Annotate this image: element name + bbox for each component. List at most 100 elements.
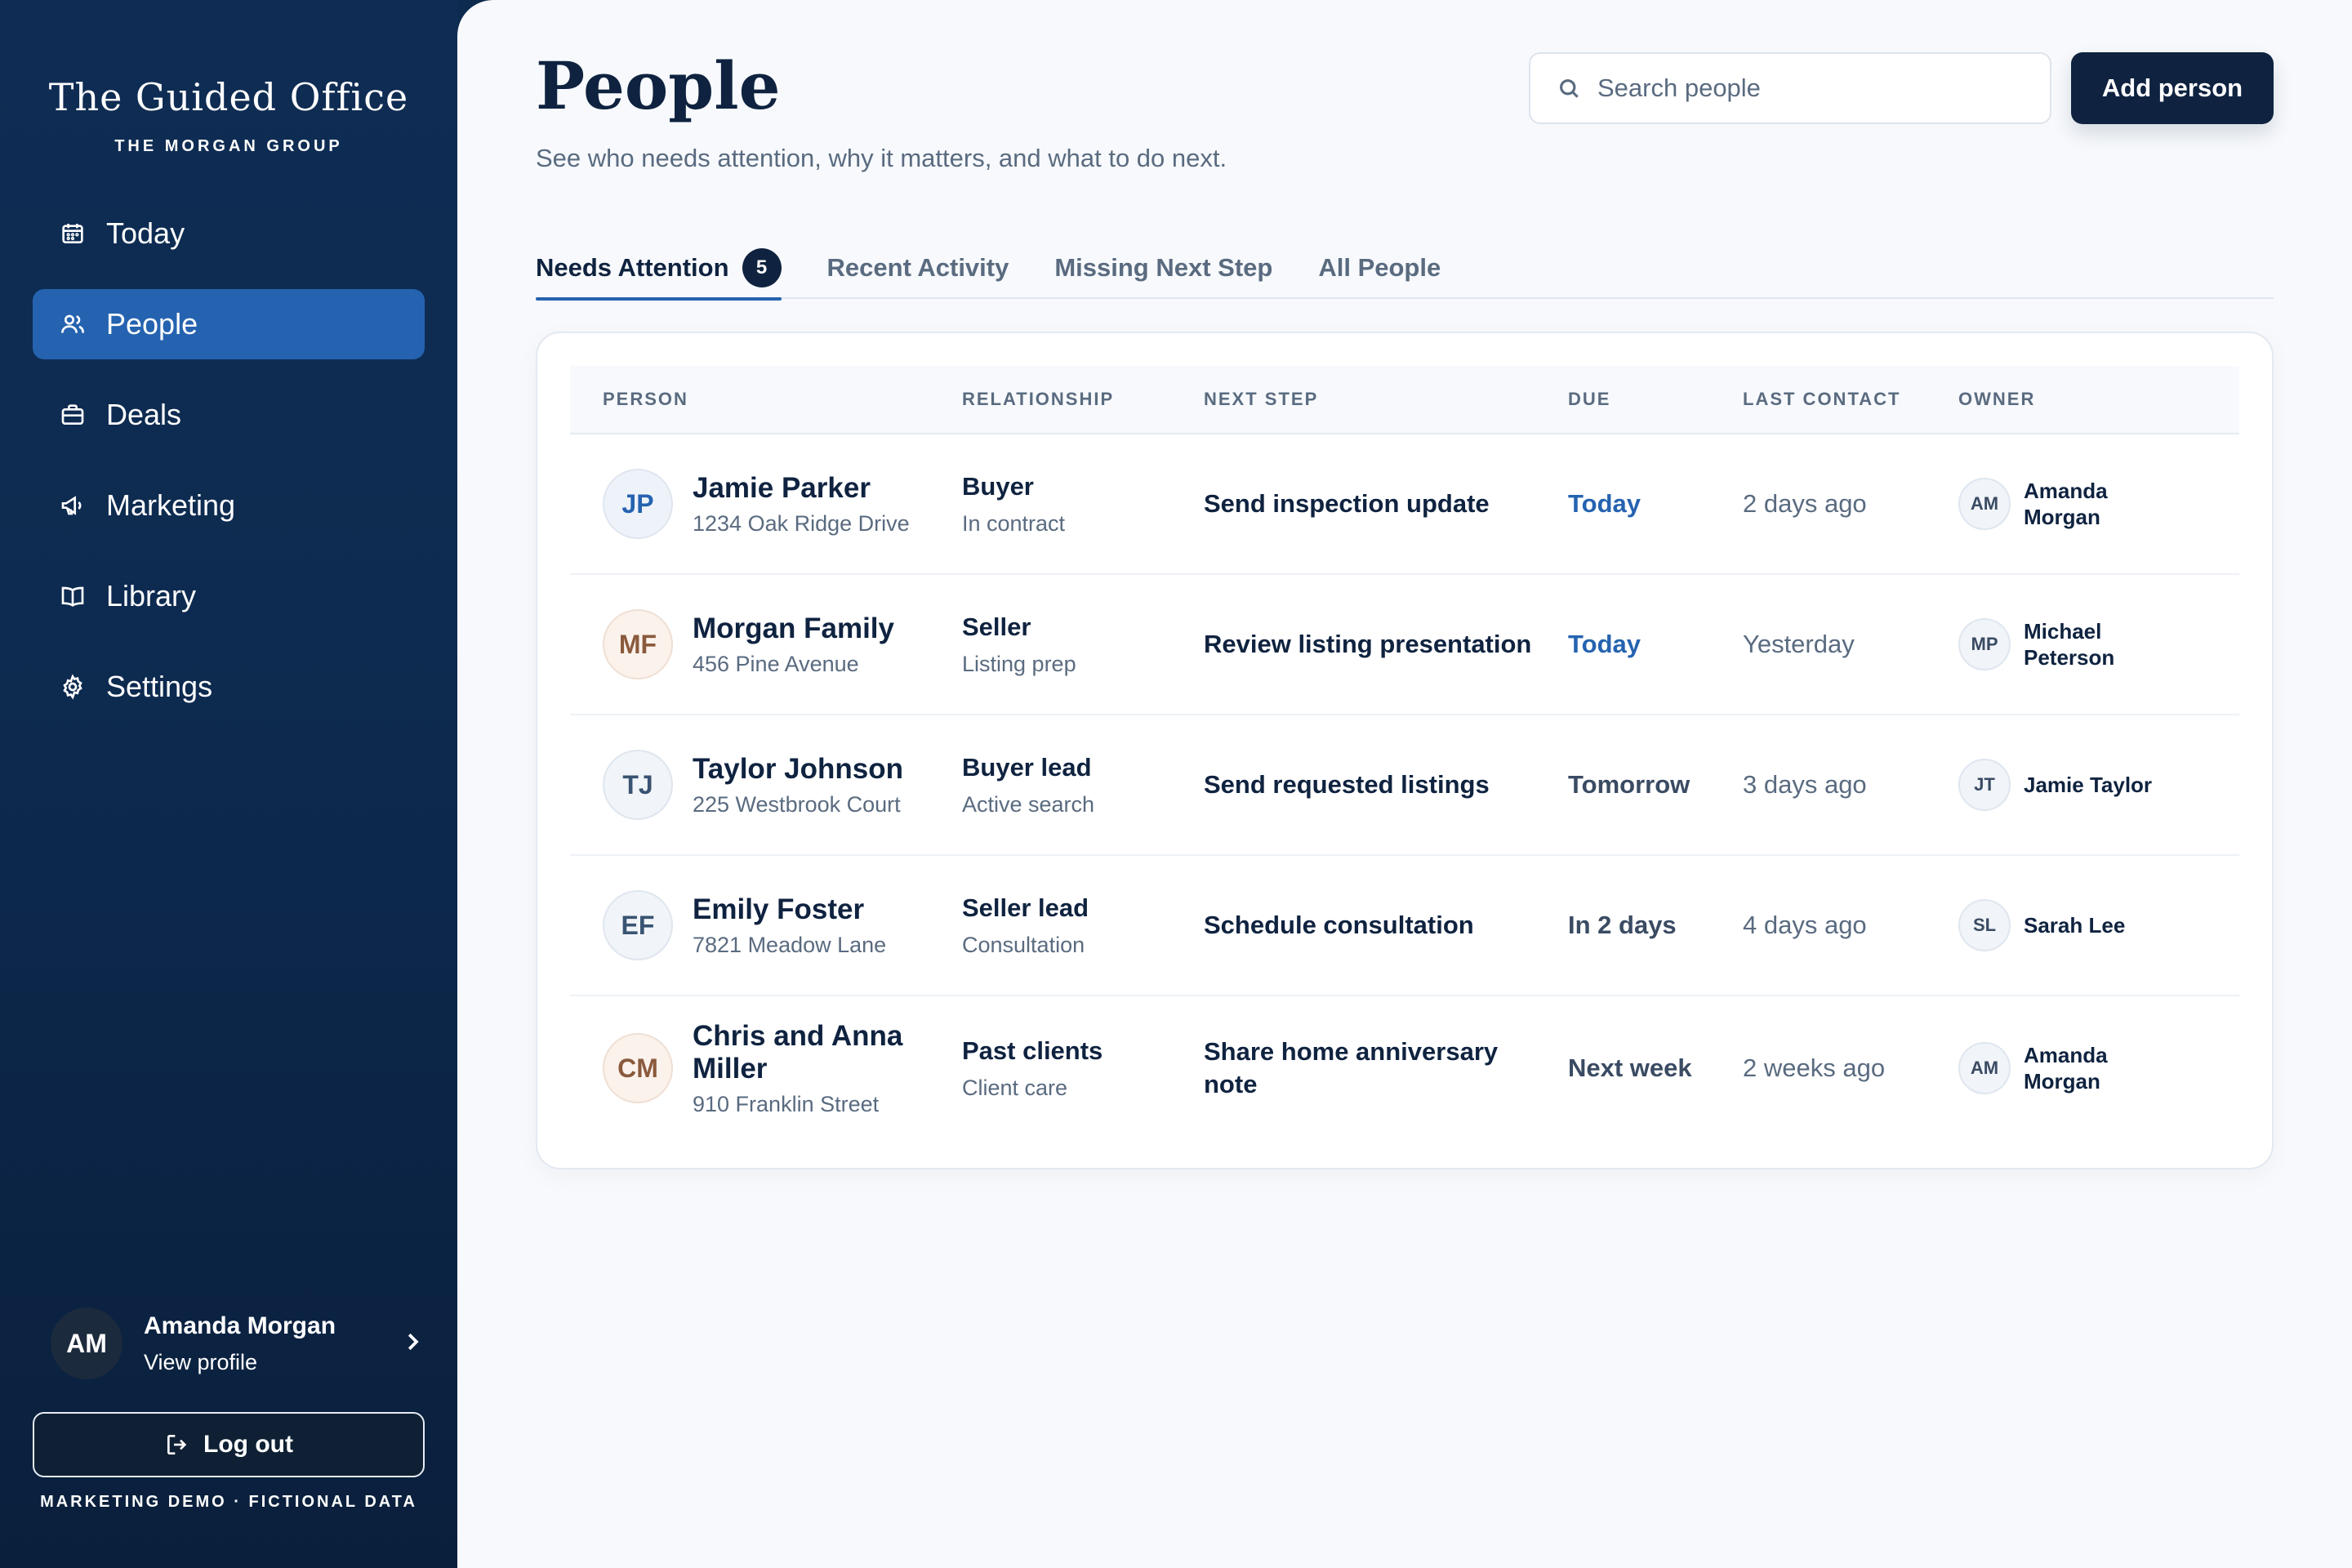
- sidebar-item-marketing[interactable]: Marketing: [33, 470, 425, 541]
- next-step[interactable]: Send inspection update: [1204, 488, 1552, 520]
- sidebar-item-people[interactable]: People: [33, 289, 425, 359]
- due-cell: In 2 days: [1568, 911, 1743, 940]
- sidebar-item-today[interactable]: Today: [33, 198, 425, 269]
- table-row[interactable]: JP Jamie Parker 1234 Oak Ridge Drive Buy…: [570, 434, 2239, 575]
- brand-subtitle: THE MORGAN GROUP: [114, 137, 343, 155]
- person-info: Emily Foster 7821 Meadow Lane: [693, 893, 886, 958]
- tab-needs-attention[interactable]: Needs Attention 5: [536, 237, 782, 301]
- relationship-cell: Seller lead Consultation: [962, 893, 1204, 958]
- profile-text: Amanda Morgan View profile: [144, 1312, 400, 1375]
- book-icon: [59, 582, 87, 610]
- person-name[interactable]: Jamie Parker: [693, 472, 910, 505]
- person-cell: MF Morgan Family 456 Pine Avenue: [570, 609, 962, 679]
- tab-recent-activity[interactable]: Recent Activity: [827, 237, 1009, 299]
- owner-avatar: MP: [1958, 618, 2011, 670]
- sidebar-item-label: Today: [106, 216, 185, 250]
- footer-note: MARKETING DEMO · FICTIONAL DATA: [40, 1493, 417, 1511]
- column-header-due[interactable]: DUE: [1568, 389, 1743, 410]
- column-header-relationship[interactable]: RELATIONSHIP: [962, 389, 1204, 410]
- next-step[interactable]: Send requested listings: [1204, 768, 1552, 801]
- column-header-last-contact[interactable]: LAST CONTACT: [1743, 389, 1958, 410]
- owner-avatar: AM: [1958, 1042, 2011, 1094]
- due-cell: Next week: [1568, 1054, 1743, 1083]
- sidebar-item-label: Settings: [106, 670, 213, 703]
- sidebar: The Guided Office THE MORGAN GROUP Today…: [0, 0, 457, 1568]
- next-step-cell: Schedule consultation: [1204, 909, 1568, 942]
- table-row[interactable]: EF Emily Foster 7821 Meadow Lane Seller …: [570, 856, 2239, 996]
- next-step-cell: Send requested listings: [1204, 768, 1568, 801]
- app-root: The Guided Office THE MORGAN GROUP Today…: [0, 0, 2352, 1568]
- next-step[interactable]: Review listing presentation: [1204, 628, 1552, 661]
- users-icon: [59, 310, 87, 338]
- relationship-cell: Buyer lead Active search: [962, 753, 1204, 817]
- owner-cell: AM Amanda Morgan: [1958, 478, 2239, 530]
- main-content: People See who needs attention, why it m…: [457, 0, 2352, 1568]
- due-cell: Tomorrow: [1568, 770, 1743, 800]
- sidebar-item-deals[interactable]: Deals: [33, 380, 425, 450]
- megaphone-icon: [59, 492, 87, 519]
- relationship-cell: Buyer In contract: [962, 472, 1204, 537]
- sidebar-item-library[interactable]: Library: [33, 561, 425, 631]
- table-row[interactable]: CM Chris and Anna Miller 910 Franklin St…: [570, 996, 2239, 1140]
- person-address: 225 Westbrook Court: [693, 791, 901, 817]
- chevron-right-icon[interactable]: [400, 1330, 425, 1358]
- people-table-card: PERSON RELATIONSHIP NEXT STEP DUE LAST C…: [536, 332, 2274, 1169]
- table-row[interactable]: MF Morgan Family 456 Pine Avenue Seller …: [570, 575, 2239, 715]
- owner-cell: MP Michael Peterson: [1958, 618, 2239, 670]
- due-date: Today: [1568, 489, 1641, 518]
- column-header-person[interactable]: PERSON: [570, 389, 962, 410]
- person-info: Taylor Johnson 225 Westbrook Court: [693, 753, 903, 817]
- logout-label: Log out: [203, 1431, 293, 1458]
- last-contact-cell: 3 days ago: [1743, 770, 1958, 800]
- sidebar-nav: Today People Deals Marketing Library Set…: [33, 198, 425, 722]
- relationship-type: Past clients: [962, 1036, 1103, 1065]
- person-name[interactable]: Taylor Johnson: [693, 753, 903, 786]
- due-date: Today: [1568, 630, 1641, 658]
- person-name[interactable]: Emily Foster: [693, 893, 886, 926]
- column-header-owner[interactable]: OWNER: [1958, 389, 2239, 410]
- search-input[interactable]: [1597, 74, 2022, 103]
- due-cell: Today: [1568, 630, 1743, 659]
- person-cell: TJ Taylor Johnson 225 Westbrook Court: [570, 750, 962, 820]
- last-contact: Yesterday: [1743, 630, 1855, 658]
- page-title: People: [536, 47, 781, 124]
- next-step[interactable]: Schedule consultation: [1204, 909, 1552, 942]
- tab-label: Needs Attention: [536, 253, 729, 282]
- relationship-stage: Listing prep: [962, 651, 1076, 676]
- brand: The Guided Office THE MORGAN GROUP: [33, 0, 425, 156]
- due-date: In 2 days: [1568, 911, 1677, 939]
- tab-missing-next-step[interactable]: Missing Next Step: [1054, 237, 1272, 299]
- last-contact-cell: 2 days ago: [1743, 489, 1958, 519]
- relationship-stage: Consultation: [962, 932, 1085, 957]
- table-row[interactable]: TJ Taylor Johnson 225 Westbrook Court Bu…: [570, 715, 2239, 856]
- person-name[interactable]: Chris and Anna Miller: [693, 1020, 938, 1085]
- avatar: MF: [603, 609, 673, 679]
- owner-cell: JT Jamie Taylor: [1958, 759, 2239, 811]
- tab-label: All People: [1318, 253, 1441, 282]
- avatar: EF: [603, 890, 673, 960]
- person-address: 7821 Meadow Lane: [693, 932, 887, 957]
- person-info: Jamie Parker 1234 Oak Ridge Drive: [693, 472, 910, 537]
- search-icon: [1560, 79, 1579, 98]
- logout-button[interactable]: Log out: [33, 1412, 425, 1477]
- sidebar-item-settings[interactable]: Settings: [33, 652, 425, 722]
- next-step-cell: Send inspection update: [1204, 488, 1568, 520]
- add-person-button[interactable]: Add person: [2071, 52, 2274, 124]
- column-header-next-step[interactable]: NEXT STEP: [1204, 389, 1568, 410]
- tab-all-people[interactable]: All People: [1318, 237, 1441, 299]
- person-name[interactable]: Morgan Family: [693, 612, 894, 645]
- owner-avatar: JT: [1958, 759, 2011, 811]
- search-box[interactable]: [1529, 52, 2051, 124]
- person-cell: CM Chris and Anna Miller 910 Franklin St…: [570, 1020, 962, 1117]
- person-cell: JP Jamie Parker 1234 Oak Ridge Drive: [570, 469, 962, 539]
- relationship-cell: Seller Listing prep: [962, 612, 1204, 677]
- table-header: PERSON RELATIONSHIP NEXT STEP DUE LAST C…: [570, 366, 2239, 434]
- next-step[interactable]: Share home anniversary note: [1204, 1036, 1514, 1101]
- person-info: Chris and Anna Miller 910 Franklin Stree…: [693, 1020, 938, 1117]
- next-step-cell: Review listing presentation: [1204, 628, 1568, 661]
- profile-link[interactable]: AM Amanda Morgan View profile: [51, 1307, 425, 1380]
- view-profile-link[interactable]: View profile: [144, 1350, 400, 1375]
- last-contact-cell: 2 weeks ago: [1743, 1054, 1958, 1083]
- last-contact-cell: 4 days ago: [1743, 911, 1958, 940]
- page-subtitle: See who needs attention, why it matters,…: [536, 144, 1227, 172]
